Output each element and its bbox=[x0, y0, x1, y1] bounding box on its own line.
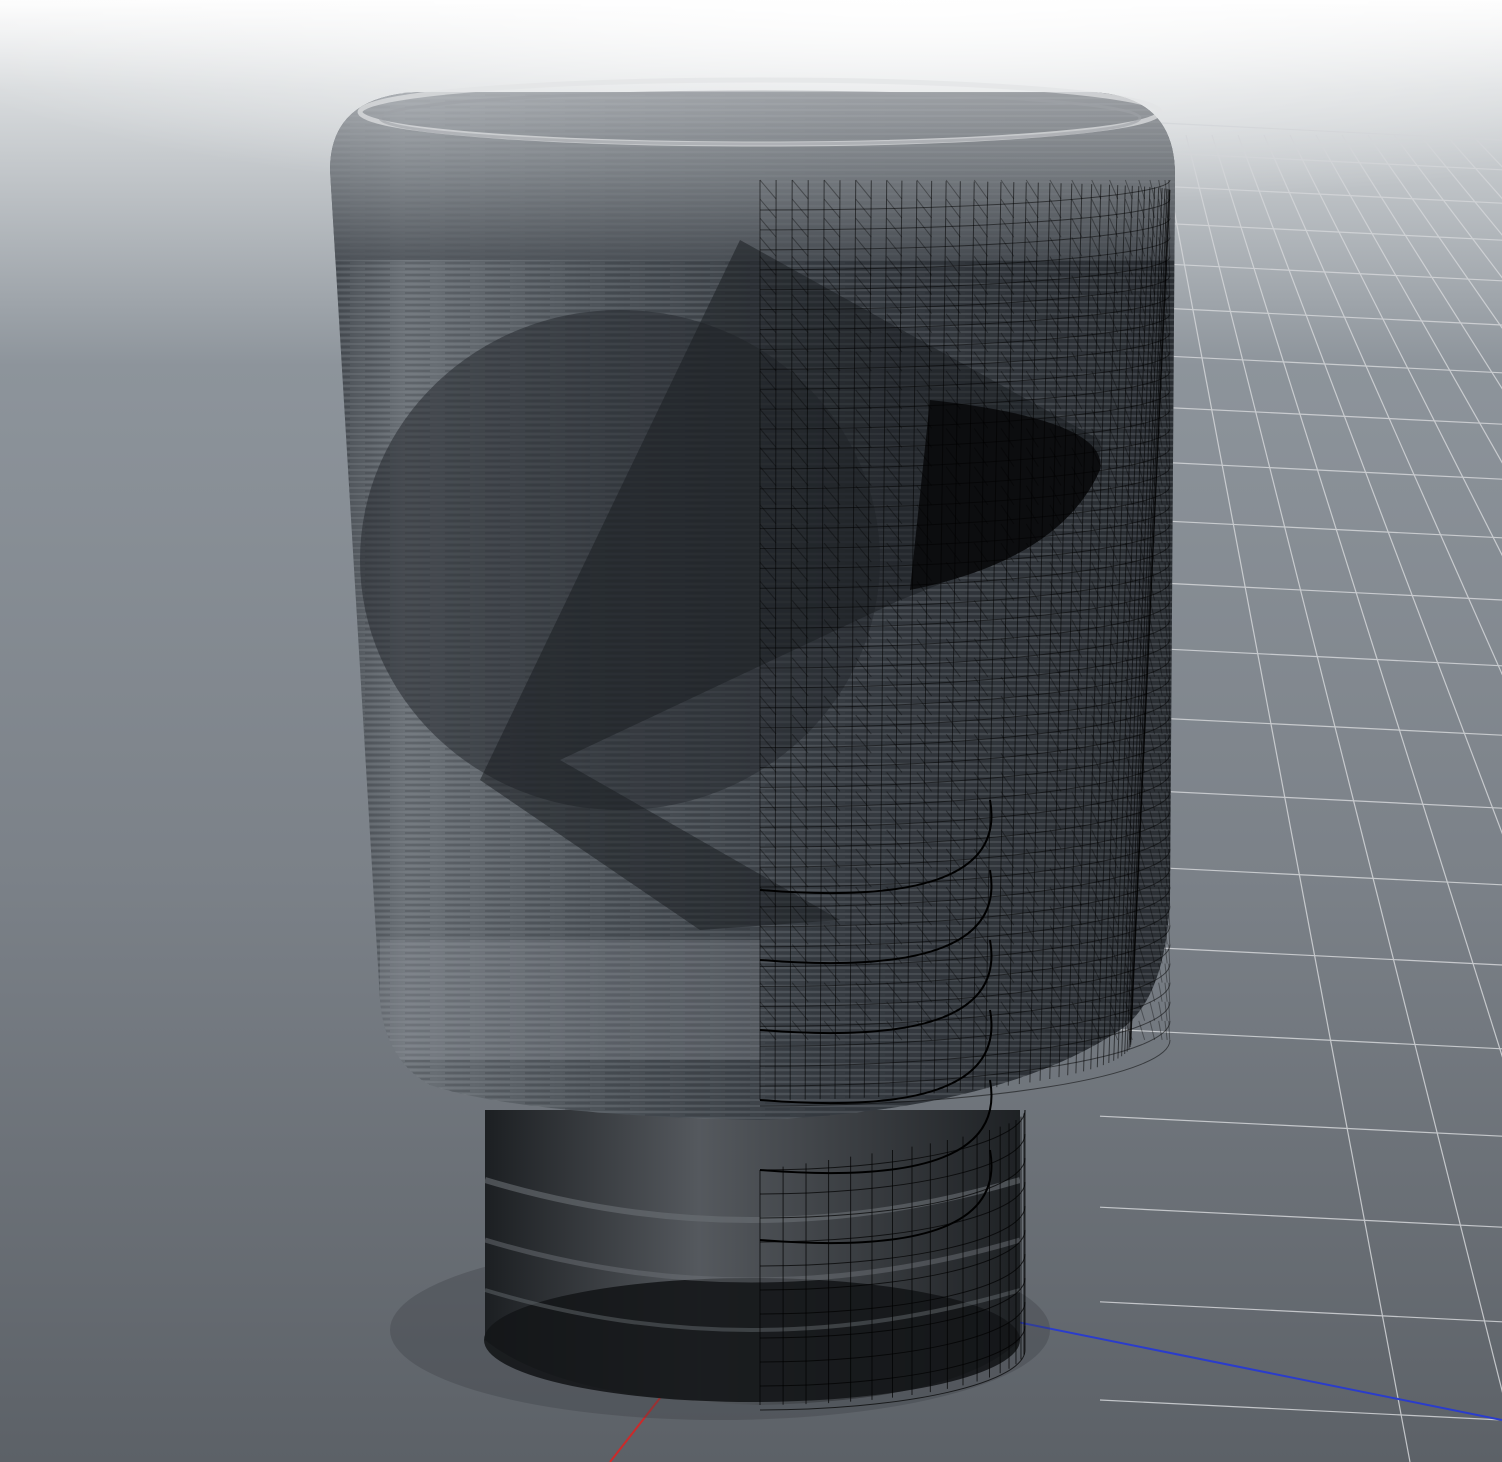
viewport-canvas[interactable] bbox=[0, 0, 1502, 1462]
3d-viewport[interactable] bbox=[0, 0, 1502, 1462]
